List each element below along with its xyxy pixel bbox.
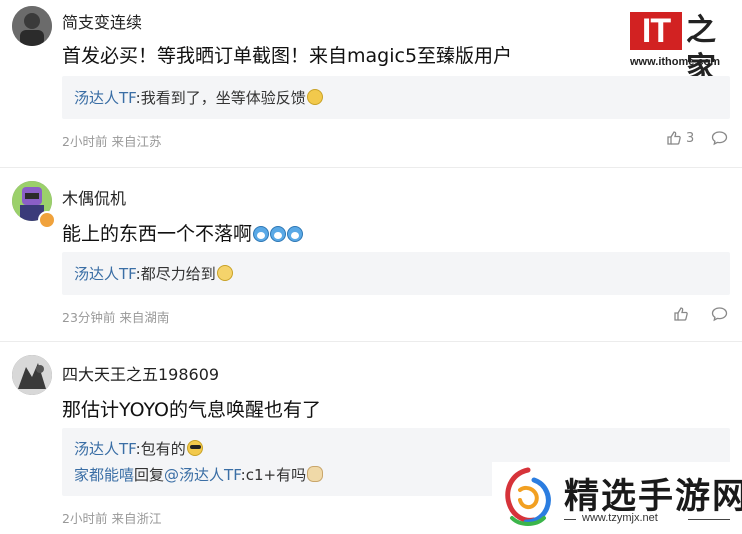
avatar[interactable] bbox=[12, 6, 52, 46]
like-button[interactable] bbox=[673, 306, 689, 322]
comment-meta: 23分钟前 来自湖南 bbox=[62, 307, 169, 326]
comment-content: 那估计YOYO的气息唤醒也有了 bbox=[62, 399, 322, 421]
comment-divider bbox=[0, 167, 742, 168]
doraemon-emoji-icon bbox=[287, 226, 304, 242]
reply-line: 家都能嘻回复@汤达人TF:c1+有吗 bbox=[74, 464, 324, 485]
reply-line: 汤达人TF:包有的 bbox=[74, 438, 203, 459]
reply-box: 汤达人TF:都尽力给到 bbox=[62, 252, 730, 295]
verified-badge-icon bbox=[38, 211, 56, 229]
comment-username[interactable]: 四大天王之五198609 bbox=[62, 361, 219, 385]
comment-time: 2小时前 bbox=[62, 511, 108, 526]
reply-text: :我看到了，坐等体验反馈 bbox=[135, 89, 306, 107]
comment-content: 能上的东西一个不落啊 bbox=[62, 219, 304, 246]
doraemon-emoji-icon bbox=[253, 226, 270, 242]
watermark-rule-right bbox=[688, 519, 730, 520]
site-watermark: 精选手游网 www.tzymjx.net bbox=[492, 462, 742, 534]
comment-bubble-icon bbox=[711, 307, 728, 322]
watermark-logo-icon bbox=[505, 467, 551, 526]
comment-location: 来自湖南 bbox=[119, 310, 170, 325]
thumbs-up-icon bbox=[667, 131, 681, 145]
comment-meta: 2小时前 来自江苏 bbox=[62, 131, 161, 150]
comment-location: 来自浙江 bbox=[111, 511, 162, 526]
reply-author[interactable]: 汤达人TF bbox=[74, 440, 136, 458]
comment-time: 2小时前 bbox=[62, 134, 108, 149]
comment-location: 来自江苏 bbox=[111, 134, 162, 149]
grin-emoji-icon bbox=[216, 265, 233, 281]
comment-content: 首发必买！等我晒订单截图！来自magic5至臻版用户 bbox=[62, 45, 513, 67]
comment-time: 23分钟前 bbox=[62, 310, 116, 325]
reply-button[interactable] bbox=[711, 130, 728, 146]
reply-text: :包有的 bbox=[135, 440, 186, 458]
comment-username[interactable]: 木偶侃机 bbox=[62, 185, 126, 209]
comment-meta: 2小时前 来自浙江 bbox=[62, 508, 161, 527]
reply-line: 汤达人TF:我看到了，坐等体验反馈 bbox=[74, 87, 323, 108]
reply-line: 汤达人TF:都尽力给到 bbox=[74, 263, 233, 284]
reply-tail: :c1+有吗 bbox=[240, 466, 307, 484]
comment-item: 木偶侃机 能上的东西一个不落啊 汤达人TF:都尽力给到 23分钟前 来自湖南 bbox=[0, 170, 742, 342]
reply-text: 回复 bbox=[134, 466, 165, 484]
thumbs-up-icon bbox=[674, 307, 688, 321]
cry-laugh-emoji-icon bbox=[306, 89, 323, 105]
cat-emoji-icon bbox=[307, 466, 324, 482]
avatar[interactable] bbox=[12, 355, 52, 395]
reply-mention[interactable]: @汤达人TF bbox=[164, 466, 241, 484]
watermark-url: www.tzymjx.net bbox=[582, 512, 658, 524]
comment-divider bbox=[0, 341, 742, 342]
reply-author[interactable]: 家都能嘻 bbox=[74, 466, 134, 484]
comment-username[interactable]: 简支变连续 bbox=[62, 9, 142, 33]
reply-author[interactable]: 汤达人TF bbox=[74, 265, 136, 283]
reply-text: :都尽力给到 bbox=[135, 265, 216, 283]
comment-item: 简支变连续 首发必买！等我晒订单截图！来自magic5至臻版用户 汤达人TF:我… bbox=[0, 0, 742, 170]
like-count: 3 bbox=[686, 130, 695, 146]
comment-text: 能上的东西一个不落啊 bbox=[62, 223, 253, 245]
doraemon-emoji-icon bbox=[270, 226, 287, 242]
comment-bubble-icon bbox=[711, 131, 728, 146]
reply-button[interactable] bbox=[711, 306, 728, 322]
reply-author[interactable]: 汤达人TF bbox=[74, 89, 136, 107]
reply-box: 汤达人TF:我看到了，坐等体验反馈 bbox=[62, 76, 730, 119]
sunglasses-emoji-icon bbox=[186, 440, 203, 456]
like-button[interactable]: 3 bbox=[666, 130, 694, 146]
watermark-rule-left bbox=[564, 519, 576, 520]
